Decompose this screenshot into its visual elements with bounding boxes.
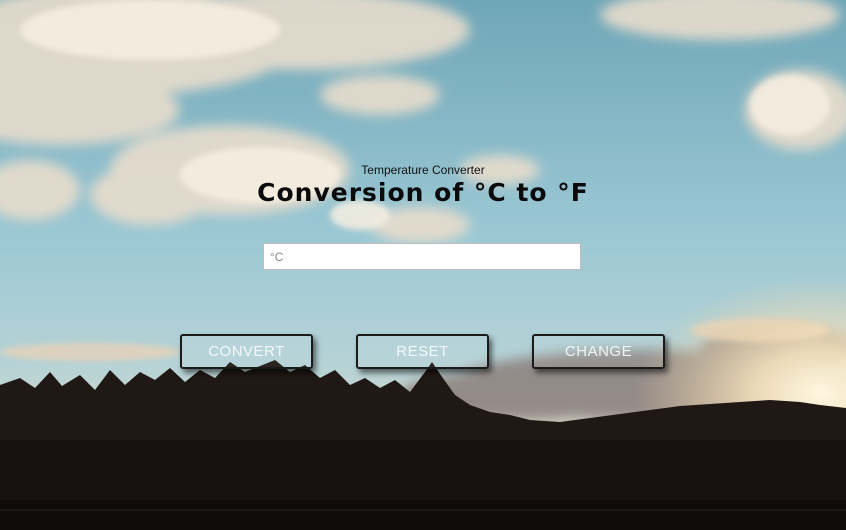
- reset-button[interactable]: RESET: [356, 334, 489, 369]
- app-subtitle: Temperature Converter: [361, 163, 485, 177]
- page-title: Conversion of °C to °F: [257, 178, 589, 207]
- celsius-input[interactable]: [263, 243, 581, 270]
- convert-button[interactable]: CONVERT: [180, 334, 313, 369]
- change-button[interactable]: CHANGE: [532, 334, 665, 369]
